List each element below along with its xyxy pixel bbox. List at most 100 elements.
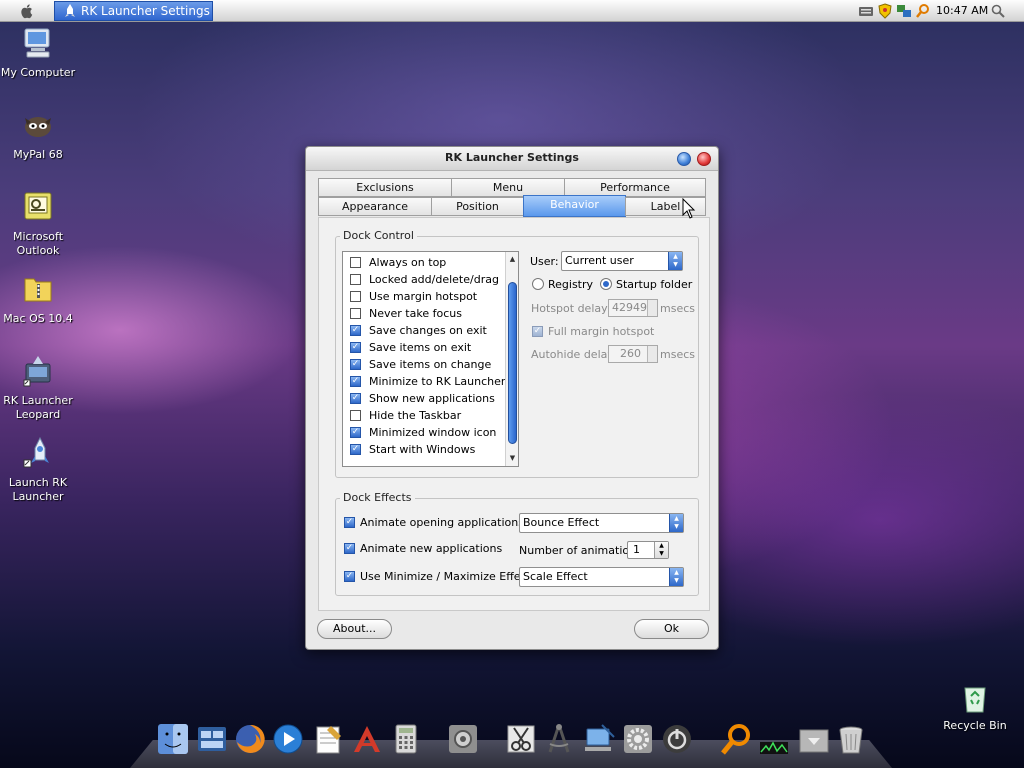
text-edit-icon[interactable] xyxy=(350,722,384,756)
desktop-icon-mac-os[interactable]: Mac OS 10.4 xyxy=(0,272,76,326)
desktop-icon-rk-leopard[interactable]: RK Launcher Leopard xyxy=(0,354,76,422)
downloads-stack-icon[interactable] xyxy=(797,722,831,756)
scroll-down-icon[interactable]: ▼ xyxy=(508,452,517,464)
taskbar-window-button[interactable]: RK Launcher Settings xyxy=(54,1,213,21)
checkbox[interactable] xyxy=(350,444,361,455)
dock-control-list[interactable]: Always on top Locked add/delete/drag Use… xyxy=(342,251,519,467)
list-item[interactable]: Hide the Taskbar xyxy=(350,407,461,424)
desktop-icon-launch-rk[interactable]: Launch RK Launcher xyxy=(0,436,76,504)
calculator-icon[interactable] xyxy=(389,722,423,756)
list-item[interactable]: Save items on change xyxy=(350,356,491,373)
checkbox[interactable] xyxy=(350,291,361,302)
list-item[interactable]: Save changes on exit xyxy=(350,322,487,339)
list-item[interactable]: Show new applications xyxy=(350,390,495,407)
group-title: Dock Control xyxy=(340,229,417,242)
checkbox[interactable] xyxy=(350,359,361,370)
tab-exclusions[interactable]: Exclusions xyxy=(318,178,452,197)
list-item[interactable]: Minimize to RK Launcher xyxy=(350,373,505,390)
system-preferences-icon[interactable] xyxy=(446,722,480,756)
autohide-delay-field[interactable]: 260 xyxy=(608,345,658,363)
list-item[interactable]: Use margin hotspot xyxy=(350,288,477,305)
user-select[interactable]: Current user ▲ ▼ xyxy=(561,251,683,271)
media-player-icon[interactable] xyxy=(271,722,305,756)
list-item-label: Save items on change xyxy=(369,358,492,371)
behavior-panel: Dock Control Always on top Locked add/de… xyxy=(318,217,710,611)
minimize-effect-select[interactable]: Scale Effect ▲ ▼ xyxy=(519,567,684,587)
use-minimize-label: Use Minimize / Maximize Effect xyxy=(360,570,531,583)
list-item-label: Never take focus xyxy=(369,307,462,320)
trash-icon[interactable] xyxy=(834,722,868,756)
search-magnifier-icon[interactable] xyxy=(719,722,753,756)
shield-icon[interactable] xyxy=(877,3,893,19)
startup-folder-radio[interactable] xyxy=(600,278,612,290)
notepad-icon[interactable] xyxy=(311,722,345,756)
checkbox[interactable] xyxy=(350,376,361,387)
desktop-icon-my-computer[interactable]: My Computer xyxy=(0,26,76,80)
list-item-label: Minimize to RK Launcher xyxy=(369,375,506,388)
list-item[interactable]: Always on top xyxy=(350,254,446,271)
finder-icon[interactable] xyxy=(156,722,190,756)
hotspot-delay-value: 42949 xyxy=(612,301,647,314)
scissors-tool-icon[interactable] xyxy=(504,722,538,756)
spotlight-icon[interactable] xyxy=(990,3,1006,19)
use-minimize-checkbox[interactable] xyxy=(344,571,355,582)
system-tray xyxy=(858,3,931,19)
checkbox[interactable] xyxy=(350,274,361,285)
list-item-label: Save items on exit xyxy=(369,341,472,354)
clock: 10:47 AM xyxy=(936,4,989,17)
tab-appearance[interactable]: Appearance xyxy=(318,197,432,216)
stepper-arrows-icon[interactable]: ▲ ▼ xyxy=(654,542,668,558)
list-scrollbar[interactable]: ▲ ▼ xyxy=(505,252,518,466)
checkbox[interactable] xyxy=(350,325,361,336)
dialog-titlebar[interactable]: RK Launcher Settings xyxy=(306,147,718,171)
apple-icon[interactable] xyxy=(18,2,36,20)
settings-gear-icon[interactable] xyxy=(621,722,655,756)
checkbox[interactable] xyxy=(350,410,361,421)
msecs-label: msecs xyxy=(660,348,695,361)
recycle-bin-icon xyxy=(964,687,986,713)
network-icon[interactable] xyxy=(896,3,912,19)
desktop-icon-recycle-bin[interactable]: Recycle Bin xyxy=(940,682,1010,732)
list-item[interactable]: Minimized window icon xyxy=(350,424,496,441)
tab-position[interactable]: Position xyxy=(431,197,524,216)
checkbox[interactable] xyxy=(350,257,361,268)
compass-tool-icon[interactable] xyxy=(542,722,576,756)
full-margin-checkbox[interactable] xyxy=(532,326,543,337)
animate-new-label: Animate new applications xyxy=(360,542,503,555)
list-item[interactable]: Never take focus xyxy=(350,305,462,322)
scroll-thumb[interactable] xyxy=(508,282,517,444)
ok-button[interactable]: Ok xyxy=(634,619,709,639)
list-item[interactable]: Locked add/delete/drag xyxy=(350,271,499,288)
keyboard-icon[interactable] xyxy=(858,3,874,19)
opening-effect-select[interactable]: Bounce Effect ▲ ▼ xyxy=(519,513,684,533)
search-tray-icon[interactable] xyxy=(915,3,931,19)
msecs-label: msecs xyxy=(660,302,695,315)
user-select-value: Current user xyxy=(565,254,634,267)
hotspot-delay-field[interactable]: 42949 xyxy=(608,299,658,317)
scroll-up-icon[interactable]: ▲ xyxy=(508,253,517,265)
list-item[interactable]: Save items on exit xyxy=(350,339,471,356)
checkbox[interactable] xyxy=(350,393,361,404)
list-item[interactable]: Start with Windows xyxy=(350,441,475,458)
power-icon[interactable] xyxy=(660,722,694,756)
close-button[interactable] xyxy=(697,152,711,166)
registry-radio[interactable] xyxy=(532,278,544,290)
activity-monitor-icon[interactable] xyxy=(757,722,791,756)
animate-opening-checkbox[interactable] xyxy=(344,517,355,528)
checkbox[interactable] xyxy=(350,308,361,319)
dashboard-icon[interactable] xyxy=(195,722,229,756)
desktop-icon-mypal[interactable]: MyPal 68 xyxy=(0,108,76,162)
firefox-icon[interactable] xyxy=(233,722,267,756)
minimize-button[interactable] xyxy=(677,152,691,166)
animations-count-stepper[interactable]: 1 ▲ ▼ xyxy=(627,541,669,559)
checkbox[interactable] xyxy=(350,427,361,438)
animate-new-checkbox[interactable] xyxy=(344,543,355,554)
mypal-icon xyxy=(25,117,51,137)
tab-behavior[interactable]: Behavior xyxy=(523,195,626,217)
desktop-icon-outlook[interactable]: Microsoft Outlook xyxy=(0,190,76,258)
about-button[interactable]: About... xyxy=(317,619,392,639)
user-label: User: xyxy=(530,255,559,268)
network-computer-icon[interactable] xyxy=(582,722,616,756)
outlook-icon xyxy=(24,192,52,220)
checkbox[interactable] xyxy=(350,342,361,353)
